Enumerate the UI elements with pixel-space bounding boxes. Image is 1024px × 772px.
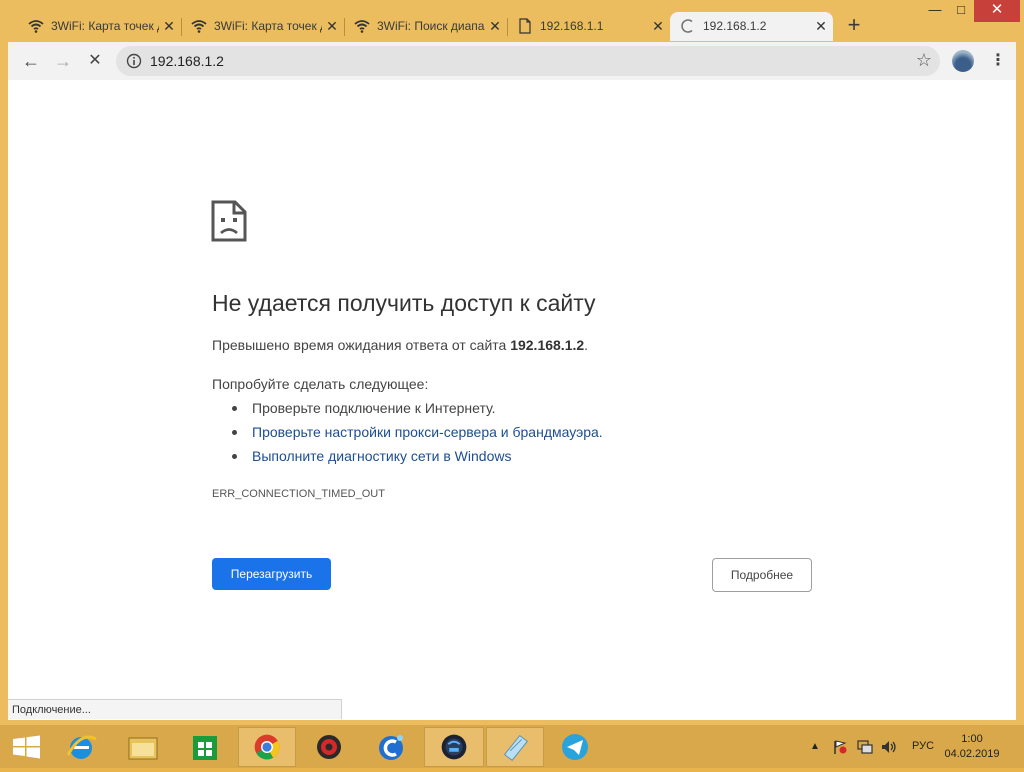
address-bar[interactable]: 192.168.1.2 ☆ [116, 46, 940, 76]
menu-dots-icon[interactable]: ⋮ [990, 50, 1006, 72]
error-heading: Не удается получить доступ к сайту [212, 290, 596, 316]
clock[interactable]: 1:00 04.02.2019 [942, 732, 1002, 762]
clock-date: 04.02.2019 [944, 748, 1000, 760]
wifi-icon [354, 20, 370, 33]
volume-icon[interactable] [880, 739, 898, 755]
tab-title: 192.168.1.2 [703, 19, 767, 33]
taskbar-ie[interactable] [54, 727, 108, 767]
page-content: Не удается получить доступ к сайту Превы… [8, 80, 1016, 720]
taskbar-telegram[interactable] [548, 727, 602, 767]
taskbar-vpn[interactable] [424, 727, 484, 767]
browser-window: 3WiFi: Карта точек доступа ✕ 3WiFi: Карт… [0, 0, 1024, 725]
tab-close-icon[interactable]: ✕ [161, 17, 177, 35]
browser-toolbar: ← → ✕ 192.168.1.2 ☆ ⋮ [8, 42, 1016, 80]
tab-192-168-1-1[interactable]: 192.168.1.1 ✕ [507, 12, 670, 41]
maximize-button[interactable]: □ [948, 0, 974, 22]
proxy-settings-link[interactable]: Проверьте настройки прокси-сервера и бра… [252, 424, 603, 440]
tab-strip: 3WiFi: Карта точек доступа ✕ 3WiFi: Карт… [0, 0, 1024, 42]
store-icon [193, 736, 217, 760]
taskbar-explorer[interactable] [116, 727, 170, 767]
tab-title: 3WiFi: Поиск диапазонов [377, 19, 485, 33]
tab-close-icon[interactable]: ✕ [487, 17, 503, 35]
error-code: ERR_CONNECTION_TIMED_OUT [212, 488, 385, 500]
page-icon [519, 18, 531, 34]
reload-button[interactable]: Перезагрузить [212, 558, 331, 590]
bullet [232, 454, 237, 459]
url-text[interactable]: 192.168.1.2 [150, 53, 224, 69]
taskbar-ccleaner[interactable] [364, 727, 418, 767]
info-icon[interactable] [126, 53, 142, 69]
error-description: Превышено время ожидания ответа от сайта… [212, 337, 588, 353]
taskbar-antivirus[interactable] [302, 727, 356, 767]
language-indicator[interactable]: РУС [912, 725, 934, 768]
tab-title: 3WiFi: Карта точек доступа [214, 19, 322, 33]
forward-button[interactable]: → [50, 48, 76, 74]
suggestions-label: Попробуйте сделать следующее: [212, 376, 429, 392]
start-icon [13, 735, 40, 759]
network-diagnostics-link[interactable]: Выполните диагностику сети в Windows [252, 448, 511, 464]
ie-icon [66, 735, 97, 759]
taskbar-store[interactable] [178, 727, 232, 767]
desc-suffix: . [584, 337, 589, 353]
details-button[interactable]: Подробнее [712, 558, 812, 592]
stop-button[interactable]: ✕ [82, 48, 108, 74]
close-window-button[interactable]: ✕ [974, 0, 1020, 22]
bullet [232, 430, 237, 435]
status-bubble: Подключение... [8, 699, 342, 719]
tray-expand-icon[interactable]: ▲ [810, 725, 820, 768]
tab-title: 3WiFi: Карта точек доступа [51, 19, 159, 33]
tab-title: 192.168.1.1 [540, 19, 604, 33]
wifi-icon [191, 20, 207, 33]
bookmark-star-icon[interactable]: ☆ [916, 50, 932, 71]
minimize-button[interactable]: — [922, 0, 948, 22]
loading-icon [681, 19, 693, 33]
profile-avatar[interactable] [952, 50, 974, 72]
tab-close-icon[interactable]: ✕ [813, 17, 829, 35]
bullet [232, 406, 237, 411]
tab-3wifi-map-1[interactable]: 3WiFi: Карта точек доступа ✕ [18, 12, 182, 41]
wifi-icon [28, 20, 44, 33]
start-button[interactable] [0, 727, 54, 767]
clock-time: 1:00 [961, 733, 983, 745]
telegram-icon [562, 734, 588, 760]
new-tab-button[interactable]: + [840, 13, 868, 39]
taskbar-notepad[interactable] [486, 727, 544, 767]
taskbar: ▲ РУС 1:00 04.02.2019 [0, 725, 1024, 768]
desc-prefix: Превышено время ожидания ответа от сайта [212, 337, 511, 353]
desc-host: 192.168.1.2 [510, 337, 585, 353]
network-icon[interactable] [856, 739, 874, 755]
explorer-icon [128, 737, 158, 760]
chrome-icon [254, 734, 280, 760]
tab-close-icon[interactable]: ✕ [650, 17, 666, 35]
taskbar-chrome[interactable] [238, 727, 296, 767]
tab-close-icon[interactable]: ✕ [324, 17, 340, 35]
tab-3wifi-search[interactable]: 3WiFi: Поиск диапазонов ✕ [344, 12, 508, 41]
tab-3wifi-map-2[interactable]: 3WiFi: Карта точек доступа ✕ [181, 12, 345, 41]
antivirus-icon [317, 735, 341, 759]
suggestion-text: Проверьте подключение к Интернету. [252, 400, 496, 416]
back-button[interactable]: ← [18, 48, 44, 74]
action-center-flag-icon[interactable] [832, 739, 848, 755]
ccleaner-icon [379, 735, 403, 760]
vpn-icon [441, 734, 467, 760]
notepad-icon [503, 734, 529, 761]
tab-192-168-1-2[interactable]: 192.168.1.2 ✕ [670, 12, 833, 41]
sad-page-icon [211, 200, 247, 242]
